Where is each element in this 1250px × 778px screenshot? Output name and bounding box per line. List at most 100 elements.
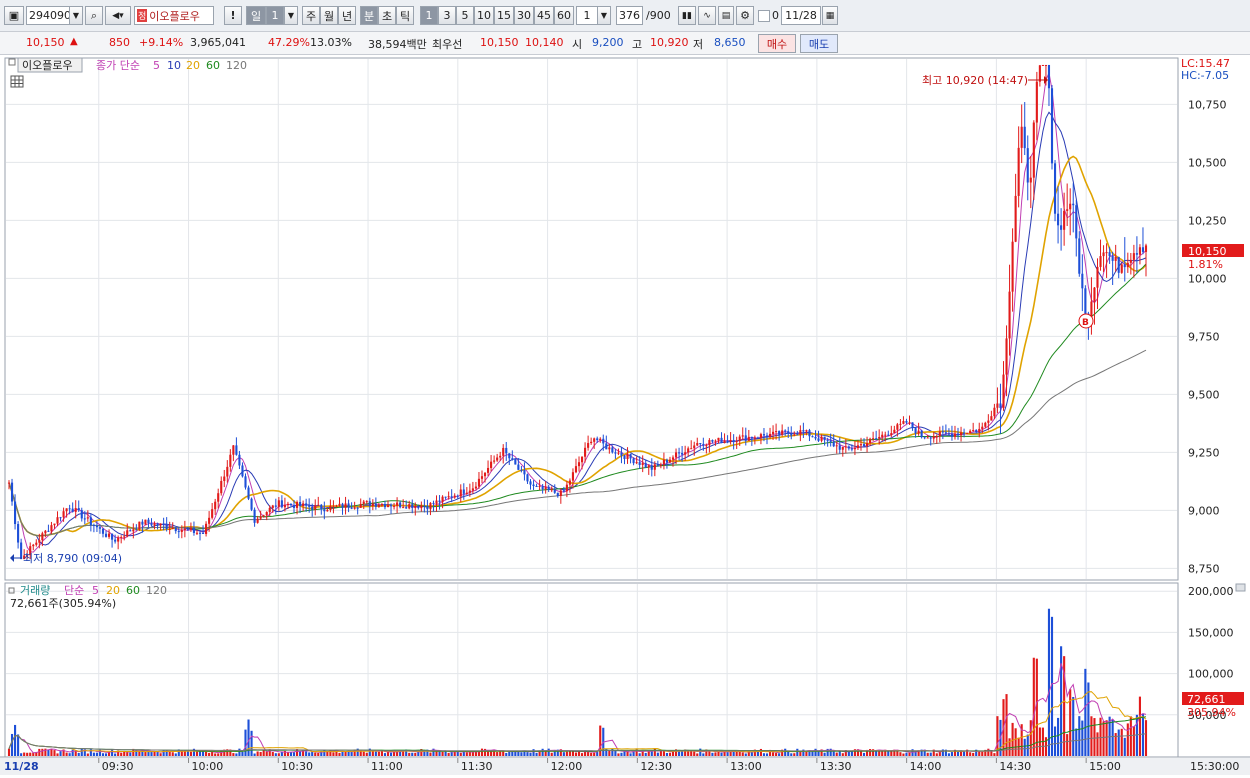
candle-body (1138, 247, 1141, 255)
period-day-count[interactable]: 1 (266, 6, 284, 25)
price-tick-label: 8,750 (1188, 562, 1220, 575)
candle-body (929, 437, 932, 439)
gear-icon[interactable]: ⚙ (736, 6, 754, 25)
candle-body (705, 445, 708, 447)
period-tick-button[interactable]: 틱 (396, 6, 414, 25)
candle-body (332, 505, 335, 507)
candle-body (835, 445, 838, 447)
volume-bar (1138, 696, 1141, 756)
volume-bar (92, 752, 95, 756)
volume-bar (1132, 726, 1135, 756)
candle-body (92, 524, 95, 526)
interval-30-button[interactable]: 30 (514, 6, 534, 25)
interval-15-button[interactable]: 15 (494, 6, 514, 25)
volume-bar (574, 752, 578, 756)
interval-dropdown-icon[interactable]: ▼ (597, 6, 611, 25)
candle-body (471, 488, 474, 491)
candle-body (1081, 273, 1084, 289)
candle-body (474, 486, 477, 489)
volume-bar (638, 753, 641, 756)
candle-body (107, 533, 111, 537)
date-input[interactable]: 11/28 (781, 6, 821, 25)
volume-bar (699, 748, 702, 756)
speaker-icon[interactable]: ◀▾ (105, 6, 131, 25)
volume-bar (371, 751, 374, 756)
candle-body (432, 502, 435, 504)
period-year-button[interactable]: 년 (338, 6, 356, 25)
interval-45-button[interactable]: 45 (534, 6, 554, 25)
count-input[interactable]: 376 (616, 6, 643, 25)
candle-body (480, 476, 484, 479)
code-dropdown-icon[interactable]: ▼ (69, 6, 83, 25)
volume-bar (274, 753, 277, 756)
volume-bar (765, 753, 769, 756)
date-checkbox[interactable] (758, 10, 770, 22)
stock-tag: 정 (137, 9, 148, 22)
volume-bar (1120, 728, 1123, 756)
volume-indicator-label: 단순 (64, 584, 84, 597)
volume-bar (580, 753, 584, 756)
volume-bar (796, 748, 799, 756)
volume-bar (107, 752, 111, 756)
period-second-button[interactable]: 초 (378, 6, 396, 25)
stock-name-field[interactable]: 정 이오플로우 (134, 6, 214, 25)
period-month-button[interactable]: 월 (320, 6, 338, 25)
interval-select[interactable]: 1 (576, 6, 598, 25)
volume-bar (408, 752, 411, 756)
candle-body (486, 467, 490, 473)
period-day-button[interactable]: 일 (246, 6, 266, 25)
alert-button[interactable]: ! (224, 6, 242, 25)
interval-3-button[interactable]: 3 (438, 6, 456, 25)
candle-body (693, 445, 696, 449)
volume-bar (550, 752, 553, 756)
period-week-button[interactable]: 주 (302, 6, 320, 25)
search-icon[interactable]: ⌕ (85, 6, 103, 25)
volume-bar (841, 753, 844, 756)
volume-bar (656, 752, 659, 756)
price-volume-chart[interactable]: 10,750 10,500 10,250 10,000 9,750 9,500 9,250 9… (0, 56, 1250, 775)
volume-bar (77, 752, 80, 756)
price-tick-label: 10,000 (1188, 272, 1227, 285)
calendar-icon[interactable]: ▦ (822, 6, 838, 25)
x-tick-label: 10:30 (281, 760, 313, 773)
stock-code-input[interactable]: 294090 (26, 6, 71, 25)
interval-5-button[interactable]: 5 (456, 6, 474, 25)
interval-60-button[interactable]: 60 (554, 6, 574, 25)
volume-bar (529, 752, 532, 756)
volume-bar (541, 748, 544, 756)
candle-body (1050, 88, 1054, 164)
table-icon[interactable] (10, 75, 24, 88)
interval-1-button[interactable]: 1 (420, 6, 438, 25)
volume-bar (587, 751, 590, 756)
volume-bar (477, 751, 481, 756)
interval-10-button[interactable]: 10 (474, 6, 494, 25)
volume-bar (1105, 720, 1108, 756)
volume-bar (201, 751, 205, 756)
candle-type-icon[interactable]: ▮▮ (678, 6, 696, 25)
volume-bar (311, 751, 314, 756)
candle-body (850, 448, 853, 450)
candle-body (74, 508, 77, 512)
candle-body (832, 441, 835, 447)
chart-area[interactable]: 10,750 10,500 10,250 10,000 9,750 9,500 9,250 9… (0, 56, 1250, 775)
candle-body (538, 485, 541, 487)
volume-bar (878, 750, 881, 756)
candle-body (626, 453, 629, 460)
candle-body (396, 502, 399, 506)
window-icon[interactable]: ▣ (4, 6, 24, 25)
period-minute-button[interactable]: 분 (360, 6, 378, 25)
candle-body (286, 503, 290, 506)
volume-panel-close-icon[interactable] (1235, 583, 1246, 592)
candle-body (535, 486, 538, 488)
volume-bar (690, 751, 693, 756)
buy-button[interactable]: 매수 (758, 34, 796, 53)
sell-button[interactable]: 매도 (800, 34, 838, 53)
line-type-icon[interactable]: ∿ (698, 6, 716, 25)
volume-bar (235, 753, 238, 756)
x-tick-label: 13:00 (730, 760, 762, 773)
x-tick-label: 11:30 (461, 760, 493, 773)
candle-body (1002, 374, 1005, 408)
period-dropdown-icon[interactable]: ▼ (284, 6, 298, 25)
save-icon[interactable]: ▤ (718, 6, 734, 25)
candle-body (98, 527, 102, 529)
